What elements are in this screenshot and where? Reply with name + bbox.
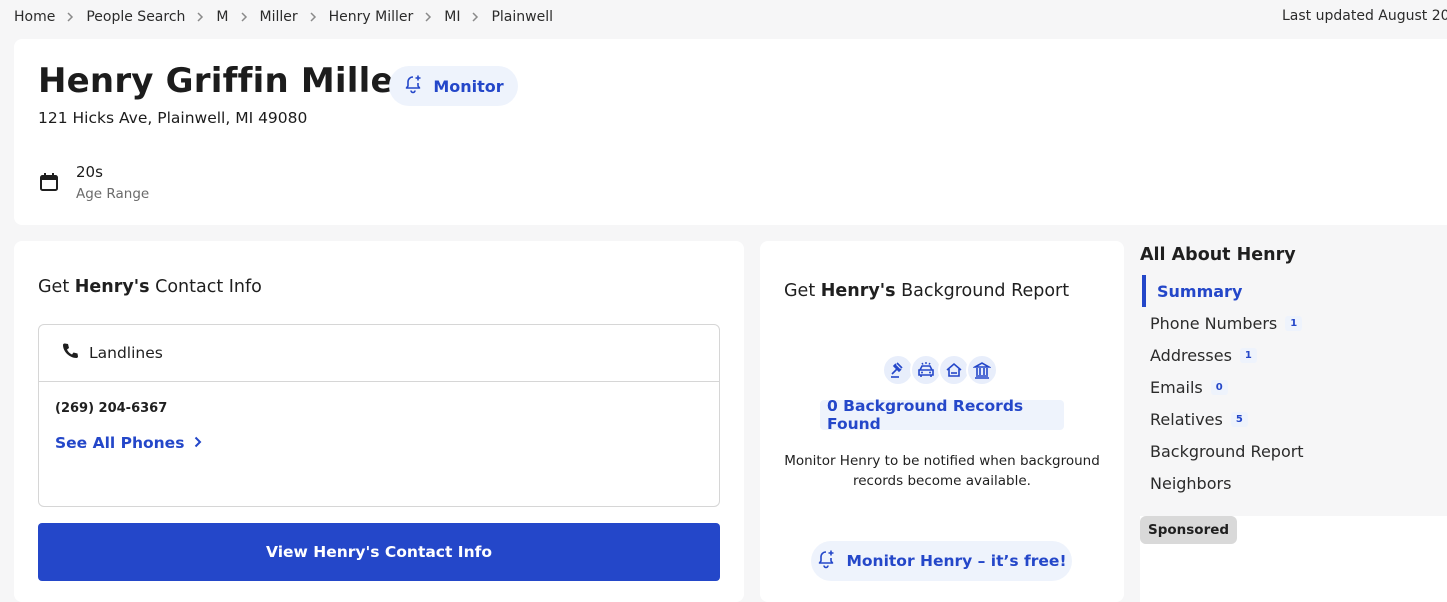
breadcrumb-people-search[interactable]: People Search — [86, 9, 185, 25]
sidebar-item-emails[interactable]: Emails 0 — [1140, 371, 1447, 403]
sidebar-item-summary[interactable]: Summary — [1142, 275, 1447, 307]
profile-header: Henry Griffin Miller Monitor 121 Hicks A… — [14, 39, 1447, 225]
chevron-right-icon — [194, 434, 202, 452]
phone-icon — [61, 342, 79, 364]
sidebar-item-label: Phone Numbers — [1150, 313, 1278, 333]
see-all-phones-label: See All Phones — [55, 434, 185, 452]
chevron-right-icon — [197, 12, 204, 22]
chevron-right-icon — [472, 12, 479, 22]
breadcrumb-home[interactable]: Home — [14, 9, 55, 25]
sidebar-item-neighbors[interactable]: Neighbors — [1140, 467, 1447, 499]
age-range: 20s Age Range — [38, 163, 149, 202]
sidebar-item-label: Addresses — [1150, 345, 1232, 365]
sidebar-title: All About Henry — [1140, 245, 1296, 265]
sidebar-item-relatives[interactable]: Relatives 5 — [1140, 403, 1447, 435]
breadcrumb: Home People Search M Miller Henry Miller… — [14, 0, 1447, 34]
breadcrumb-surname[interactable]: Miller — [260, 9, 298, 25]
landlines-box: Landlines (269) 204-6367 See All Phones — [38, 324, 720, 507]
sidebar-item-background-report[interactable]: Background Report — [1140, 435, 1447, 467]
monitor-button-label: Monitor — [433, 76, 504, 96]
sidebar-item-label: Relatives — [1150, 409, 1223, 429]
last-updated: Last updated August 202 — [1282, 8, 1447, 24]
count-badge: 1 — [1239, 347, 1257, 363]
section-nav: Summary Phone Numbers 1 Addresses 1 Emails… — [1140, 275, 1447, 499]
see-all-phones-link[interactable]: See All Phones — [55, 434, 202, 452]
background-report-card: Get Henry's Background Report 0 Backgrou… — [760, 241, 1124, 602]
chevron-right-icon — [425, 12, 432, 22]
record-type-icons — [882, 354, 998, 386]
sidebar-item-phone-numbers[interactable]: Phone Numbers 1 — [1140, 307, 1447, 339]
sidebar-item-label: Summary — [1157, 281, 1243, 301]
breadcrumb-fullname[interactable]: Henry Miller — [329, 9, 414, 25]
monitor-henry-label: Monitor Henry – it’s free! — [846, 552, 1067, 570]
sidebar-item-label: Background Report — [1150, 441, 1304, 461]
sidebar-item-label: Neighbors — [1150, 473, 1232, 493]
bell-plus-icon — [403, 74, 423, 98]
chevron-right-icon — [310, 12, 317, 22]
courthouse-icon — [966, 354, 998, 386]
age-label: Age Range — [76, 186, 150, 202]
breadcrumb-city[interactable]: Plainwell — [491, 9, 553, 25]
contact-info-card: Get Henry's Contact Info Landlines (269)… — [14, 241, 744, 602]
age-value: 20s — [76, 163, 103, 181]
chevron-right-icon — [240, 12, 248, 22]
count-badge: 5 — [1230, 411, 1248, 427]
landlines-label: Landlines — [89, 344, 163, 362]
person-address: 121 Hicks Ave, Plainwell, MI 49080 — [38, 109, 308, 127]
calendar-icon — [38, 171, 60, 202]
breadcrumb-state[interactable]: MI — [444, 9, 460, 25]
bell-plus-icon — [816, 549, 836, 573]
chevron-right-icon — [67, 12, 74, 22]
background-card-title: Get Henry's Background Report — [784, 281, 1070, 301]
background-note: Monitor Henry to be notified when backgr… — [784, 453, 1100, 489]
monitor-henry-button[interactable]: Monitor Henry – it’s free! — [811, 541, 1072, 581]
landlines-header: Landlines — [39, 325, 719, 382]
sidebar-item-addresses[interactable]: Addresses 1 — [1140, 339, 1447, 371]
view-contact-info-button[interactable]: View Henry's Contact Info — [38, 523, 720, 581]
count-badge: 0 — [1210, 379, 1228, 395]
sidebar-item-label: Emails — [1150, 377, 1203, 397]
person-name: Henry Griffin Miller — [38, 61, 411, 101]
page-sidebar: All About Henry Summary Phone Numbers 1 A… — [1140, 241, 1447, 499]
phone-number: (269) 204-6367 — [55, 401, 168, 416]
contact-card-title: Get Henry's Contact Info — [38, 277, 262, 297]
count-badge: 1 — [1285, 315, 1303, 331]
sponsored-badge: Sponsored — [1140, 516, 1238, 544]
breadcrumb-letter[interactable]: M — [216, 9, 228, 25]
background-records-count: 0 Background Records Found — [820, 397, 1064, 433]
monitor-button[interactable]: Monitor — [389, 66, 518, 106]
